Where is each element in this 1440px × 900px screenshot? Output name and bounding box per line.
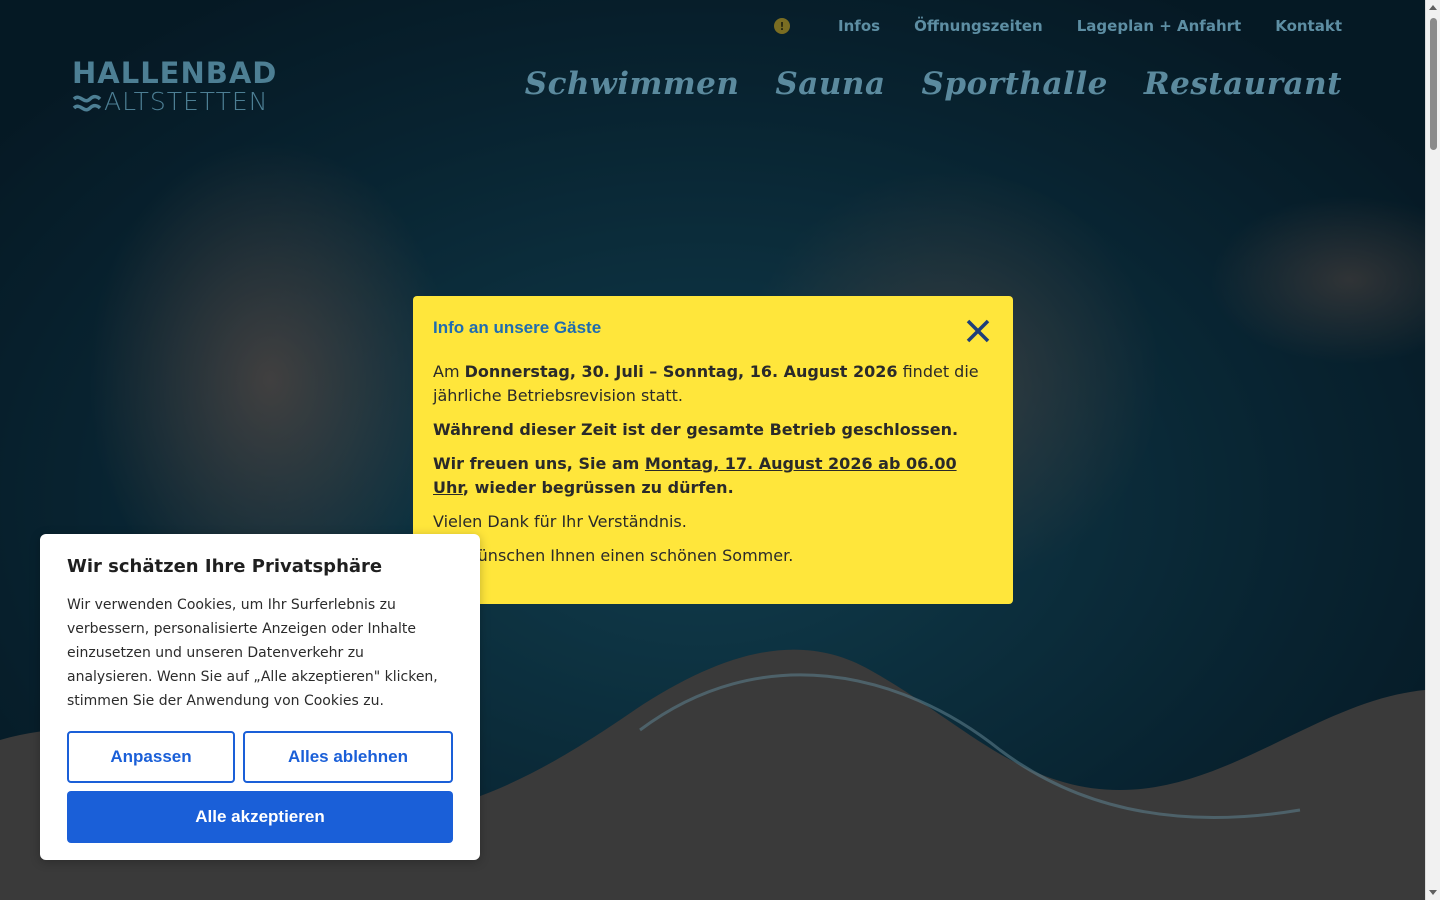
alert-icon[interactable]: ! — [774, 18, 791, 34]
customize-button[interactable]: Anpassen — [67, 731, 235, 783]
cookie-title: Wir schätzen Ihre Privatsphäre — [67, 556, 383, 577]
top-navigation: ! Infos Öffnungszeiten Lageplan + Anfahr… — [774, 17, 1342, 35]
site-logo[interactable]: HALLENBAD ALTSTETTEN — [72, 58, 277, 116]
modal-paragraph-thanks: Vielen Dank für Ihr Verständnis. — [433, 512, 687, 531]
nav-link-infos[interactable]: Infos — [838, 17, 880, 35]
modal-paragraph-closed: Während dieser Zeit ist der gesamte Betr… — [433, 418, 993, 442]
info-modal: Info an unsere Gäste Am Donnerstag, 30. … — [413, 296, 1013, 604]
close-icon[interactable] — [965, 318, 991, 344]
modal-paragraph-summer: Wir wünschen Ihnen einen schönen Sommer. — [433, 546, 794, 565]
cookie-text: Wir verwenden Cookies, um Ihr Surferlebn… — [67, 597, 438, 709]
logo-bottom-row: ALTSTETTEN — [72, 88, 277, 116]
scroll-up-icon[interactable] — [1429, 5, 1437, 10]
closed-notice: Während dieser Zeit ist der gesamte Betr… — [433, 420, 959, 439]
scroll-down-icon[interactable] — [1429, 890, 1437, 895]
reopen-prefix: Wir freuen uns, Sie am — [433, 454, 645, 473]
nav-link-oeffnungszeiten[interactable]: Öffnungszeiten — [914, 17, 1043, 35]
main-navigation: Schwimmen Sauna Sporthalle Restaurant — [525, 66, 1342, 102]
modal-title: Info an unsere Gäste — [433, 318, 602, 337]
dates-prefix: Am — [433, 362, 465, 381]
main-nav-sporthalle[interactable]: Sporthalle — [922, 66, 1108, 102]
closure-dates: Donnerstag, 30. Juli – Sonntag, 16. Augu… — [464, 362, 898, 381]
logo-text-top: HALLENBAD — [72, 56, 278, 90]
wave-icon — [72, 94, 102, 112]
nav-link-kontakt[interactable]: Kontakt — [1275, 17, 1342, 35]
reject-all-button[interactable]: Alles ablehnen — [243, 731, 453, 783]
accept-all-button[interactable]: Alle akzeptieren — [67, 791, 453, 843]
scroll-thumb[interactable] — [1430, 18, 1437, 150]
cookie-banner: Wir schätzen Ihre Privatsphäre Wir verwe… — [40, 534, 480, 860]
main-nav-restaurant[interactable]: Restaurant — [1144, 66, 1342, 102]
modal-paragraph-dates: Am Donnerstag, 30. Juli – Sonntag, 16. A… — [433, 360, 993, 408]
main-nav-schwimmen[interactable]: Schwimmen — [525, 66, 740, 102]
reopen-suffix: , wieder begrüssen zu dürfen. — [462, 478, 734, 497]
main-nav-sauna[interactable]: Sauna — [775, 66, 885, 102]
nav-link-lageplan[interactable]: Lageplan + Anfahrt — [1077, 17, 1241, 35]
modal-paragraph-reopen: Wir freuen uns, Sie am Montag, 17. Augus… — [433, 452, 993, 500]
cookie-button-row: Anpassen Alles ablehnen — [67, 731, 453, 783]
logo-text-bottom: ALTSTETTEN — [104, 87, 269, 116]
vertical-scrollbar[interactable] — [1425, 0, 1440, 900]
